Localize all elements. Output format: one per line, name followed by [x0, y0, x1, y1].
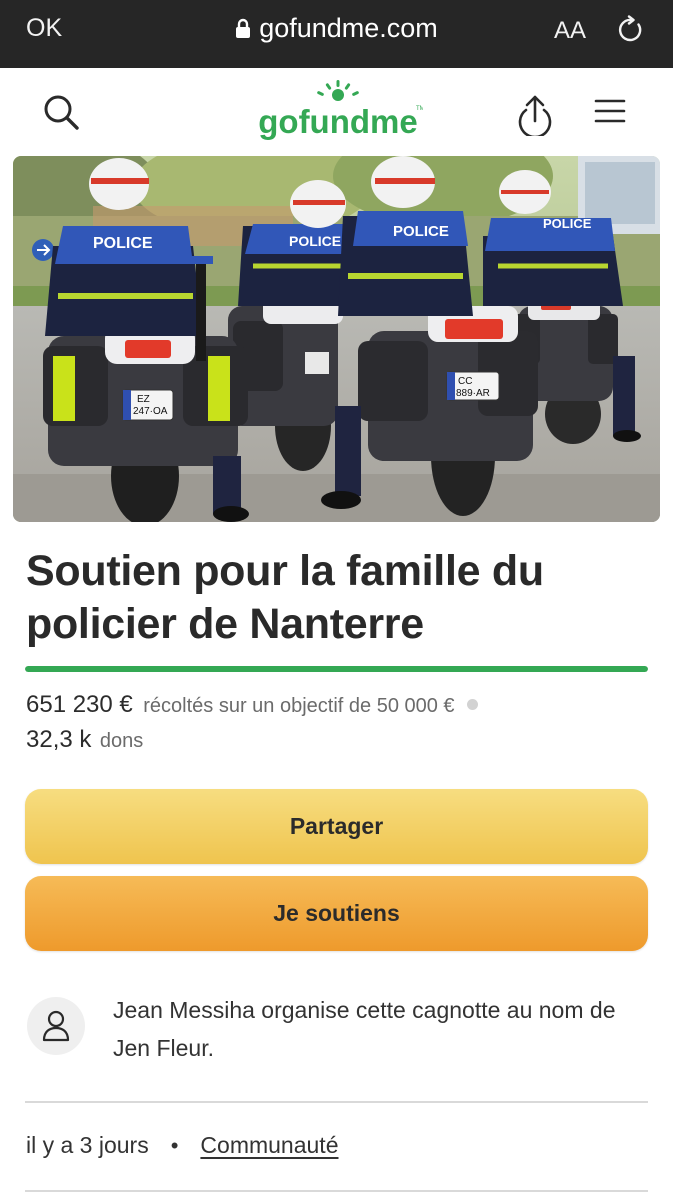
category-link[interactable]: Communauté [200, 1132, 338, 1158]
progress-fill [25, 666, 648, 672]
svg-text:247·OA: 247·OA [133, 406, 168, 417]
svg-text:CC: CC [458, 376, 472, 387]
donate-button[interactable]: Je soutiens [25, 876, 648, 951]
logo-text: gofundme [258, 103, 417, 140]
campaign-photo: POLICE POLICE CC 889·AR POLICE EZ 247·OA… [13, 156, 660, 522]
menu-icon[interactable] [594, 98, 626, 124]
svg-text:POLICE: POLICE [393, 223, 449, 240]
time-ago: il y a 3 jours [26, 1132, 149, 1158]
share-button-label: Partager [289, 813, 384, 839]
divider [25, 1190, 648, 1192]
user-icon [42, 1010, 70, 1042]
text-size-button[interactable]: AA [554, 17, 586, 45]
address-domain: gofundme.com [259, 13, 438, 43]
donations-label: dons [99, 730, 144, 752]
svg-text:EZ: EZ [137, 394, 150, 405]
share-button[interactable]: Partager [25, 789, 648, 864]
svg-text:TM: TM [416, 106, 423, 112]
share-icon[interactable] [514, 94, 556, 136]
text-size-label: AA [554, 17, 587, 44]
divider [25, 1101, 648, 1103]
svg-text:POLICE: POLICE [289, 233, 341, 249]
gofundme-logo[interactable]: gofundme TM [253, 80, 423, 144]
raised-amount: 651 230 € [26, 691, 133, 718]
svg-text:889·AR: 889·AR [456, 388, 490, 399]
site-header: gofundme TM [0, 68, 673, 156]
bullet-separator: • [170, 1133, 179, 1158]
browser-toolbar: OK gofundme.com AA [0, 0, 673, 68]
donation-count: 32,3 k dons [26, 726, 143, 754]
funding-summary: 651 230 € récoltés sur un objectif de 50… [26, 691, 478, 719]
donations-count: 32,3 k [26, 726, 92, 753]
avatar [27, 997, 85, 1055]
campaign-meta: il y a 3 jours • Communauté [26, 1132, 339, 1159]
organizer-text: Jean Messiha organise cette cagnotte au … [113, 997, 616, 1061]
progress-bar [25, 666, 648, 672]
separator-dot [467, 699, 478, 710]
svg-text:POLICE: POLICE [93, 235, 153, 252]
search-icon[interactable] [42, 93, 82, 133]
vest-text: POLICE [543, 216, 592, 231]
goal-text: récoltés sur un objectif de 50 000 € [143, 695, 455, 717]
campaign-title: Soutien pour la famille du policier de N… [26, 547, 544, 648]
lock-icon [235, 15, 251, 46]
reload-icon[interactable] [616, 15, 646, 45]
donate-button-label: Je soutiens [273, 900, 400, 926]
